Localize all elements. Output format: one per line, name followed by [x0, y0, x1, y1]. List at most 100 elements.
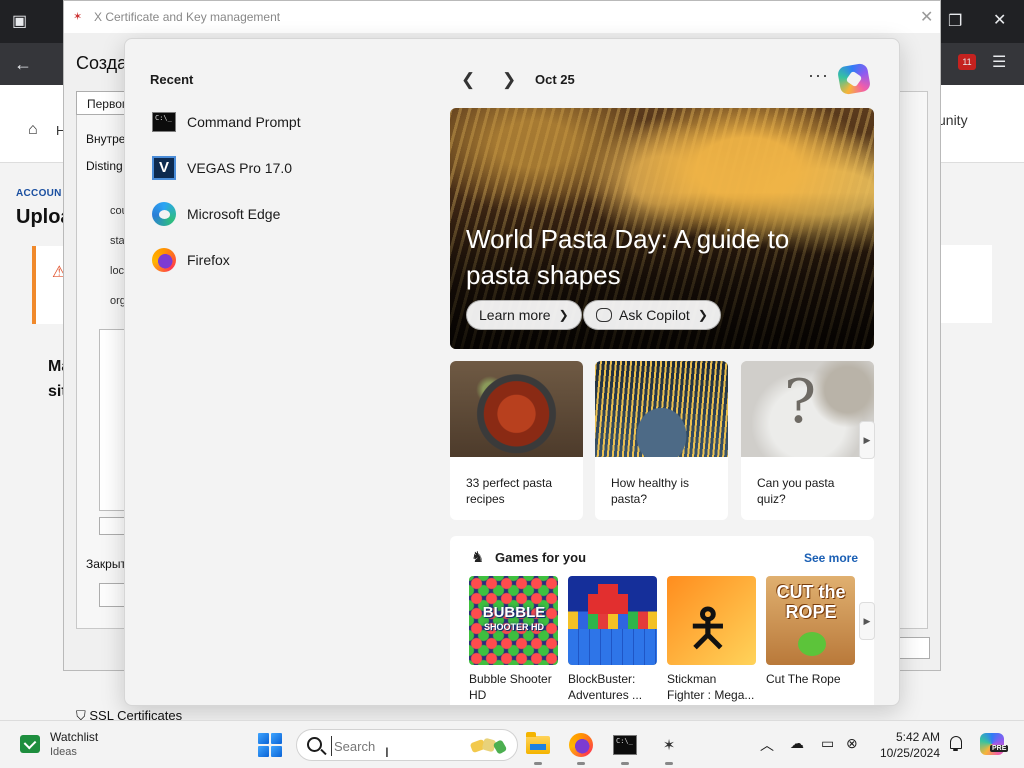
chevron-up-icon[interactable]: ︿	[760, 735, 774, 755]
card-title: Can you pasta quiz?	[757, 476, 835, 506]
game-tile-cut-the-rope[interactable]: CUT the ROPE Cut The Rope	[766, 576, 856, 687]
dialog-heading: Созда	[76, 53, 128, 73]
home-icon[interactable]: ⌂	[28, 121, 38, 139]
notification-bell-icon[interactable]	[948, 735, 964, 751]
xca-app-icon: ✶	[662, 737, 676, 754]
card-image-pasta-recipes	[450, 361, 583, 457]
firefox-icon	[569, 733, 593, 757]
private-key-label: Закрыт	[86, 557, 126, 571]
cert-window-titlebar: ✶ X Certificate and Key management ✕	[64, 1, 940, 33]
ask-copilot-label: Ask Copilot	[619, 307, 690, 323]
folder-icon	[526, 732, 550, 754]
close-icon[interactable]: ✕	[993, 13, 1006, 29]
community-link[interactable]: unity	[938, 112, 968, 128]
card-image-healthy-pasta	[595, 361, 728, 457]
distinguished-name-label: Disting	[86, 159, 123, 173]
game-name: BlockBuster:	[568, 672, 636, 686]
recent-item-firefox[interactable]: Firefox	[151, 244, 411, 276]
chat-bubble-icon	[596, 308, 612, 322]
preview-badge: PRE	[990, 745, 1009, 752]
back-arrow-icon[interactable]: ←	[14, 55, 32, 73]
command-prompt-icon: C:\_	[151, 109, 177, 135]
news-card[interactable]: ? Can you pasta quiz?	[741, 361, 874, 520]
firefox-icon	[151, 247, 177, 273]
game-tile-stickman-fighter[interactable]: 🯅 Stickman Fighter : Mega...	[667, 576, 757, 703]
game-name: Stickman	[667, 672, 717, 686]
display-icon[interactable]: ▭	[821, 735, 834, 752]
chevron-right-icon: ❯	[558, 308, 569, 322]
locality-field-label: loc	[110, 265, 125, 277]
menu-icon[interactable]: ☰	[992, 55, 1006, 71]
file-explorer-taskbar-button[interactable]	[524, 731, 552, 765]
news-card[interactable]: 33 perfect pasta recipes	[450, 361, 583, 520]
game-thumbnail: CUT the ROPE	[766, 576, 855, 665]
recent-item-microsoft-edge[interactable]: Microsoft Edge	[151, 198, 411, 230]
clock-date[interactable]: 10/25/2024	[870, 746, 940, 760]
stickman-figure-icon: 🯅	[685, 600, 731, 658]
network-offline-icon[interactable]: ⊗	[846, 735, 858, 752]
edge-icon	[151, 201, 177, 227]
xca-taskbar-button[interactable]: ✶	[655, 731, 683, 765]
game-tile-bubble-shooter[interactable]: BUBBLE SHOOTER HD Bubble Shooter HD	[469, 576, 559, 703]
game-thumbnail: 🯅	[667, 576, 756, 665]
game-name: Fighter : Mega...	[667, 688, 755, 702]
learn-more-label: Learn more	[479, 307, 551, 323]
cert-window-title: X Certificate and Key management	[94, 10, 281, 24]
learn-more-button[interactable]: Learn more ❯	[466, 300, 582, 330]
restore-icon[interactable]: ❐	[948, 14, 962, 30]
chevron-left-icon[interactable]: ❮	[461, 70, 475, 90]
game-tile-blockbuster[interactable]: BlockBuster: Adventures ...	[568, 576, 658, 703]
games-next-icon[interactable]: ▶	[859, 602, 875, 640]
chevron-right-icon: ❯	[697, 308, 708, 322]
state-field-label: sta	[110, 235, 125, 247]
widget-subtitle: Ideas	[50, 746, 77, 758]
hero-card[interactable]: World Pasta Day: A guide to pasta shapes…	[450, 108, 874, 349]
game-thumbnail: BUBBLE SHOOTER HD	[469, 576, 558, 665]
cloud-offline-icon[interactable]: ☁	[790, 735, 804, 752]
see-more-link[interactable]: See more	[804, 551, 858, 565]
recent-item-label: Microsoft Edge	[187, 206, 281, 222]
search-icon	[307, 737, 322, 752]
ask-copilot-button[interactable]: Ask Copilot ❯	[583, 300, 721, 330]
news-card[interactable]: How healthy is pasta?	[595, 361, 728, 520]
vegas-pro-icon: V	[151, 155, 177, 181]
recent-item-command-prompt[interactable]: C:\_ Command Prompt	[151, 106, 411, 138]
search-highlight-art-icon	[467, 737, 509, 755]
copilot-icon[interactable]	[836, 62, 872, 96]
thumbnail-logo-text: BUBBLE SHOOTER HD	[482, 604, 546, 632]
recent-item-label: Command Prompt	[187, 114, 301, 130]
windows-start-icon[interactable]	[258, 733, 282, 757]
carousel-next-icon[interactable]: ▶	[859, 421, 875, 459]
internal-name-label: Внутре	[86, 132, 126, 146]
chevron-right-icon[interactable]: ❯	[502, 70, 516, 90]
widget-title[interactable]: Watchlist	[50, 730, 98, 744]
close-icon[interactable]: ✕	[920, 7, 933, 27]
card-image-pasta-quiz: ?	[741, 361, 874, 457]
copilot-taskbar-icon[interactable]: PRE	[980, 733, 1009, 755]
watchlist-icon[interactable]	[20, 735, 40, 753]
taskbar-search[interactable]	[296, 729, 518, 761]
firefox-taskbar-button[interactable]	[567, 731, 595, 765]
more-options-icon[interactable]: ···	[808, 65, 829, 86]
game-name: HD	[469, 688, 487, 702]
recent-item-label: VEGAS Pro 17.0	[187, 160, 293, 176]
hero-title[interactable]: World Pasta Day: A guide to pasta shapes	[466, 221, 846, 293]
game-pieces-icon: ♞	[471, 549, 485, 566]
tab-actions-icon[interactable]: ▣	[12, 14, 27, 30]
question-mark-icon: ?	[784, 367, 817, 437]
game-thumbnail	[568, 576, 657, 665]
tetromino-graphic	[598, 584, 618, 604]
command-prompt-taskbar-button[interactable]: C:\_	[611, 731, 639, 765]
recent-item-vegas-pro[interactable]: V VEGAS Pro 17.0	[151, 152, 411, 184]
list-add-button[interactable]	[99, 517, 127, 535]
clock-time[interactable]: 5:42 AM	[880, 730, 940, 744]
thumbnail-logo-text: CUT the ROPE	[776, 582, 846, 622]
recent-item-label: Firefox	[187, 252, 230, 268]
games-title: Games for you	[495, 550, 587, 565]
extension-badge-icon[interactable]: 11	[958, 54, 976, 70]
om-nom-character	[798, 632, 826, 656]
feed-date: Oct 25	[535, 72, 575, 87]
xca-app-icon: ✶	[73, 11, 83, 23]
key-select-button[interactable]	[99, 583, 127, 607]
taskbar: Watchlist Ideas C:\_ ✶ ︿ ☁ ▭ ⊗ 5:42 AM 1…	[0, 720, 1024, 768]
